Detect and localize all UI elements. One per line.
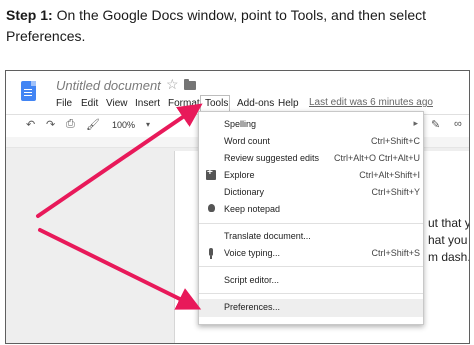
menu-item-preferences[interactable]: Preferences... bbox=[199, 299, 423, 317]
star-icon[interactable]: ☆ bbox=[166, 76, 179, 93]
doc-text-line[interactable]: m dash. bbox=[428, 250, 469, 264]
pencil-icon[interactable]: ✎ bbox=[431, 118, 440, 131]
menu-edit[interactable]: Edit bbox=[81, 98, 98, 109]
menu-divider bbox=[199, 293, 423, 294]
undo-icon[interactable]: ↶ bbox=[26, 118, 35, 131]
docs-logo-icon[interactable] bbox=[21, 81, 36, 101]
tools-dropdown-menu: Spelling ▸ Word count Ctrl+Shift+C Revie… bbox=[198, 111, 424, 325]
menu-addons[interactable]: Add-ons bbox=[237, 98, 274, 109]
menu-divider bbox=[199, 223, 423, 224]
instruction-text: Step 1: On the Google Docs window, point… bbox=[6, 5, 468, 47]
menu-tools[interactable]: Tools bbox=[205, 98, 228, 109]
menu-item-review-suggested-edits[interactable]: Review suggested edits Ctrl+Alt+O Ctrl+A… bbox=[199, 150, 423, 167]
link-icon[interactable]: ∞ bbox=[454, 118, 462, 130]
menu-item-explore[interactable]: Explore Ctrl+Alt+Shift+I bbox=[199, 167, 423, 184]
zoom-dropdown-icon[interactable]: ▾ bbox=[146, 120, 150, 129]
submenu-arrow-icon: ▸ bbox=[413, 118, 418, 128]
mic-icon bbox=[209, 248, 213, 259]
print-icon[interactable]: ⎙ bbox=[66, 118, 75, 131]
step-description: On the Google Docs window, point to Tool… bbox=[6, 7, 426, 44]
menu-view[interactable]: View bbox=[106, 98, 128, 109]
bulb-icon bbox=[208, 204, 215, 212]
menu-item-keep-notepad[interactable]: Keep notepad bbox=[199, 201, 423, 218]
step-label: Step 1: bbox=[6, 7, 53, 23]
menu-item-spelling[interactable]: Spelling ▸ bbox=[199, 116, 423, 133]
menu-help[interactable]: Help bbox=[278, 98, 299, 109]
menu-item-word-count[interactable]: Word count Ctrl+Shift+C bbox=[199, 133, 423, 150]
paint-format-icon[interactable]: 🖌 bbox=[86, 118, 100, 131]
menu-divider bbox=[199, 266, 423, 267]
menu-format[interactable]: Format bbox=[168, 98, 200, 109]
folder-icon[interactable] bbox=[184, 79, 196, 90]
menu-item-dictionary[interactable]: Dictionary Ctrl+Shift+Y bbox=[199, 184, 423, 201]
menu-file[interactable]: File bbox=[56, 98, 72, 109]
google-docs-screenshot: Untitled document ☆ File Edit View Inser… bbox=[5, 70, 470, 344]
menu-item-translate-document[interactable]: Translate document... bbox=[199, 228, 423, 245]
menu-insert[interactable]: Insert bbox=[135, 98, 160, 109]
last-edit-link[interactable]: Last edit was 6 minutes ago bbox=[309, 97, 433, 108]
document-title[interactable]: Untitled document bbox=[56, 78, 161, 93]
doc-text-line[interactable]: hat you ca bbox=[428, 233, 469, 247]
menu-item-script-editor[interactable]: Script editor... bbox=[199, 272, 423, 289]
zoom-select[interactable]: 100% bbox=[112, 120, 135, 130]
explore-icon bbox=[206, 167, 216, 180]
menu-item-voice-typing[interactable]: Voice typing... Ctrl+Shift+S bbox=[199, 245, 423, 262]
redo-icon[interactable]: ↷ bbox=[46, 118, 55, 131]
doc-text-line[interactable]: ut that yo bbox=[428, 216, 469, 230]
